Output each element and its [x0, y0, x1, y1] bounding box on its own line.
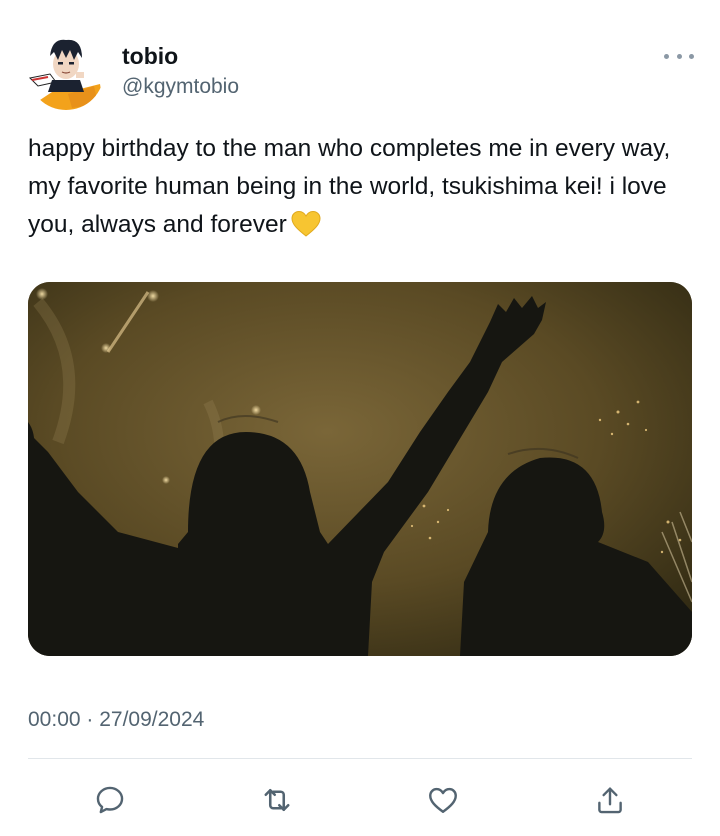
more-options-icon[interactable] — [664, 48, 694, 64]
tweet-text: happy birthday to the man who completes … — [28, 130, 696, 250]
tweet-header: tobio @kgymtobio — [28, 34, 696, 114]
yellow-heart-icon — [291, 210, 321, 250]
like-icon[interactable] — [423, 780, 463, 820]
retweet-icon[interactable] — [257, 780, 297, 820]
action-bar — [28, 774, 692, 826]
divider — [28, 758, 692, 759]
tweet-timestamp[interactable]: 00:00 · 27/09/2024 — [28, 706, 204, 734]
user-handle[interactable]: @kgymtobio — [122, 73, 239, 101]
share-icon[interactable] — [590, 780, 630, 820]
display-name[interactable]: tobio — [122, 42, 239, 70]
tweet-body: happy birthday to the man who completes … — [28, 135, 671, 238]
tweet-media-image[interactable] — [28, 282, 692, 656]
reply-icon[interactable] — [90, 780, 130, 820]
avatar[interactable] — [28, 34, 104, 110]
